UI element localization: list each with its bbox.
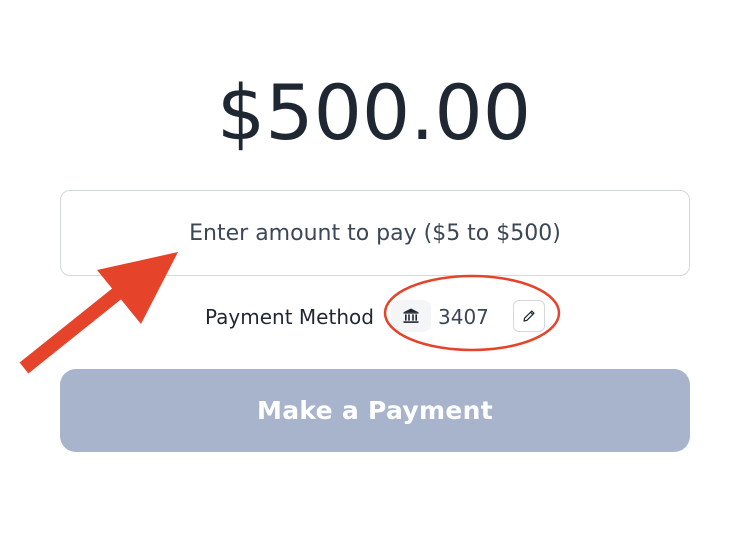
bank-icon-graphic	[403, 308, 419, 323]
make-payment-button[interactable]: Make a Payment	[60, 369, 690, 452]
pencil-icon	[523, 310, 535, 322]
amount-input[interactable]	[60, 190, 690, 276]
account-last4: 3407	[438, 305, 489, 329]
payment-page: $500.00 Payment Method 3407 Make a Payme…	[0, 0, 748, 536]
edit-payment-method-button[interactable]	[513, 300, 545, 332]
payment-method-row: Payment Method 3407	[0, 298, 748, 336]
bank-icon	[391, 300, 431, 332]
balance-amount: $500.00	[216, 68, 532, 157]
payment-method-label: Payment Method	[205, 305, 374, 329]
